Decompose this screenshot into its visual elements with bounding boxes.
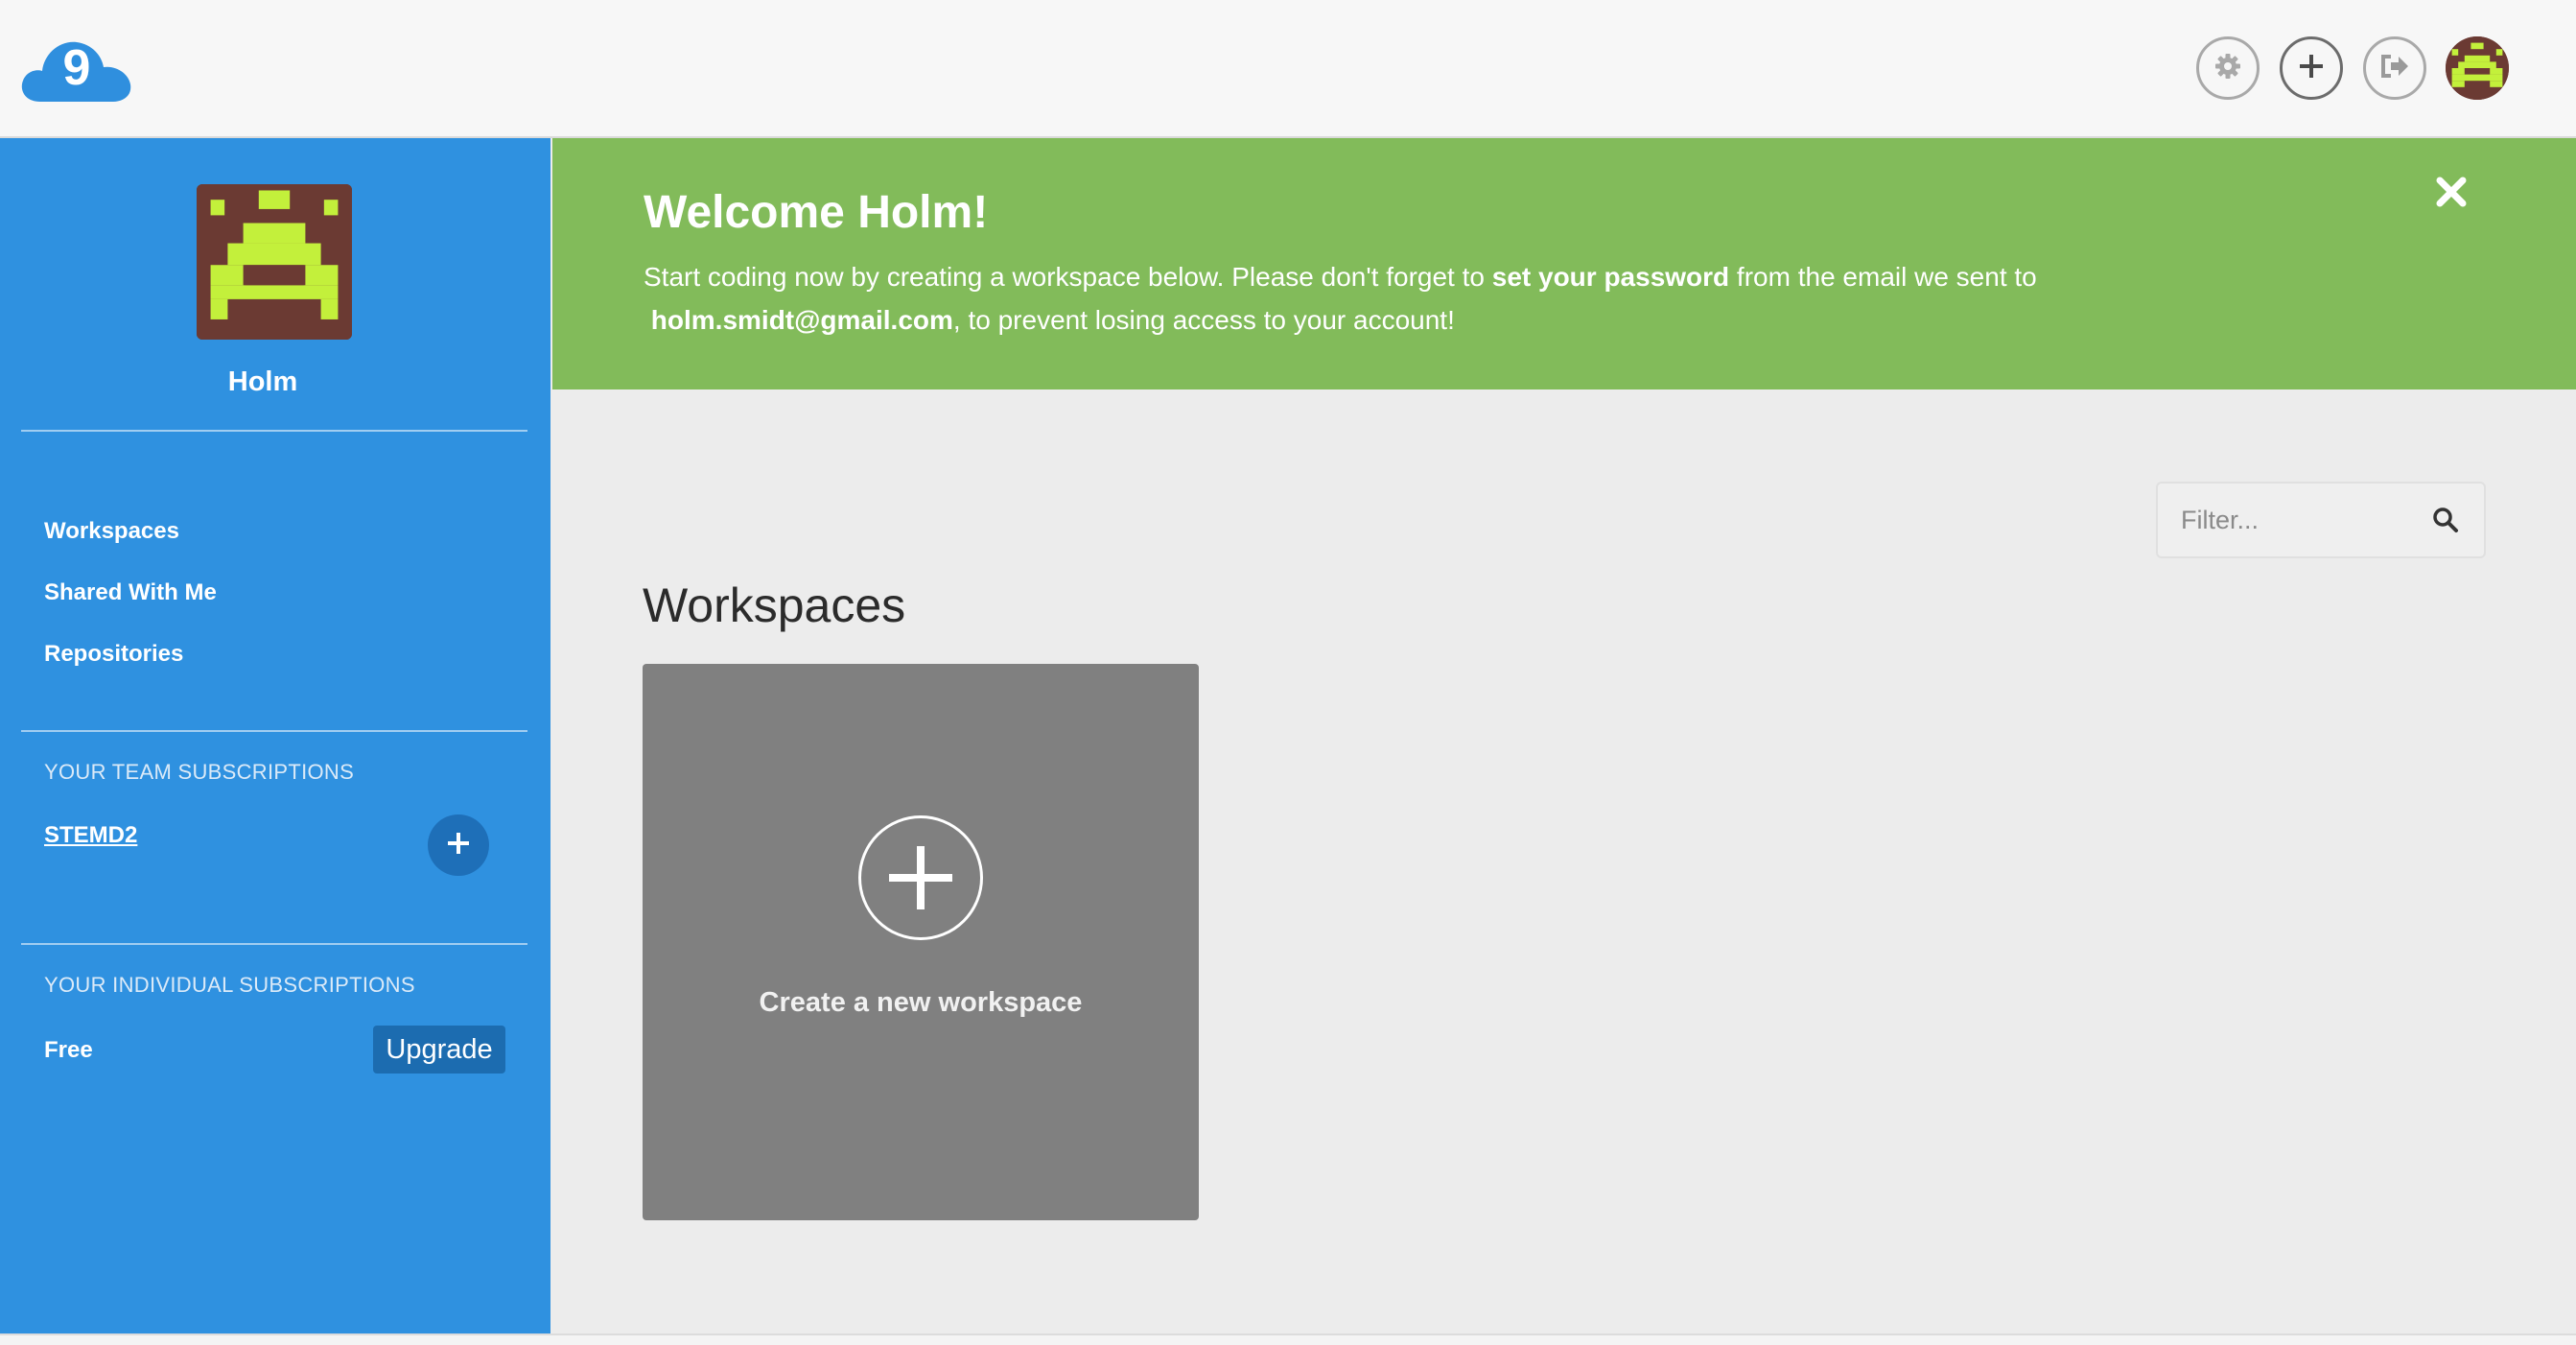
banner-title: Welcome Holm! <box>644 187 989 238</box>
svg-text:9: 9 <box>63 40 91 96</box>
divider <box>21 430 527 432</box>
team-link-stemd2[interactable]: STEMD2 <box>44 822 137 849</box>
plus-circle-icon <box>858 815 983 940</box>
welcome-banner: Welcome Holm! Start coding now by creati… <box>552 138 2576 389</box>
sign-out-icon <box>2379 52 2410 85</box>
upgrade-button[interactable]: Upgrade <box>373 1026 505 1074</box>
close-icon[interactable] <box>2432 173 2471 211</box>
create-button[interactable] <box>2280 36 2343 100</box>
divider <box>21 730 527 732</box>
settings-button[interactable] <box>2196 36 2260 100</box>
logout-button[interactable] <box>2363 36 2426 100</box>
user-avatar[interactable] <box>2446 36 2509 100</box>
sidebar-item-repositories[interactable]: Repositories <box>44 641 183 668</box>
sidebar-item-workspaces[interactable]: Workspaces <box>44 518 179 545</box>
workspaces-heading: Workspaces <box>643 578 906 632</box>
footer-divider <box>0 1333 2576 1345</box>
sidebar-item-shared-with-me[interactable]: Shared With Me <box>44 579 217 606</box>
set-password-text: set your password <box>1491 262 1730 292</box>
plus-icon <box>446 831 471 861</box>
filter-input[interactable] <box>2158 484 2417 556</box>
cloud9-logo-icon[interactable]: 9 <box>19 33 132 106</box>
team-subscriptions-heading: YOUR TEAM SUBSCRIPTIONS <box>44 760 355 784</box>
banner-message: Start coding now by creating a workspace… <box>644 255 2274 342</box>
plan-label: Free <box>44 1037 93 1063</box>
gear-icon <box>2213 52 2242 85</box>
profile-name: Holm <box>227 366 298 397</box>
create-workspace-card[interactable]: Create a new workspace <box>643 664 1199 1220</box>
top-navbar: 9 <box>0 0 2576 138</box>
search-icon[interactable] <box>2426 501 2465 539</box>
add-team-button[interactable] <box>428 814 489 876</box>
email-text: holm.smidt@gmail.com <box>650 305 953 335</box>
banner-text-part: Start coding now by creating a workspace… <box>644 262 1492 292</box>
banner-text-part: , to prevent losing access to your accou… <box>952 305 1455 335</box>
individual-subscriptions-heading: YOUR INDIVIDUAL SUBSCRIPTIONS <box>44 973 415 997</box>
divider <box>21 943 527 945</box>
banner-text-part: from the email we sent to <box>1729 262 2037 292</box>
create-workspace-label: Create a new workspace <box>759 987 1083 1018</box>
filter-box <box>2156 482 2486 558</box>
profile-avatar[interactable] <box>197 184 352 340</box>
plus-icon <box>2297 52 2326 85</box>
sidebar: Holm Workspaces Shared With Me Repositor… <box>0 138 550 1333</box>
